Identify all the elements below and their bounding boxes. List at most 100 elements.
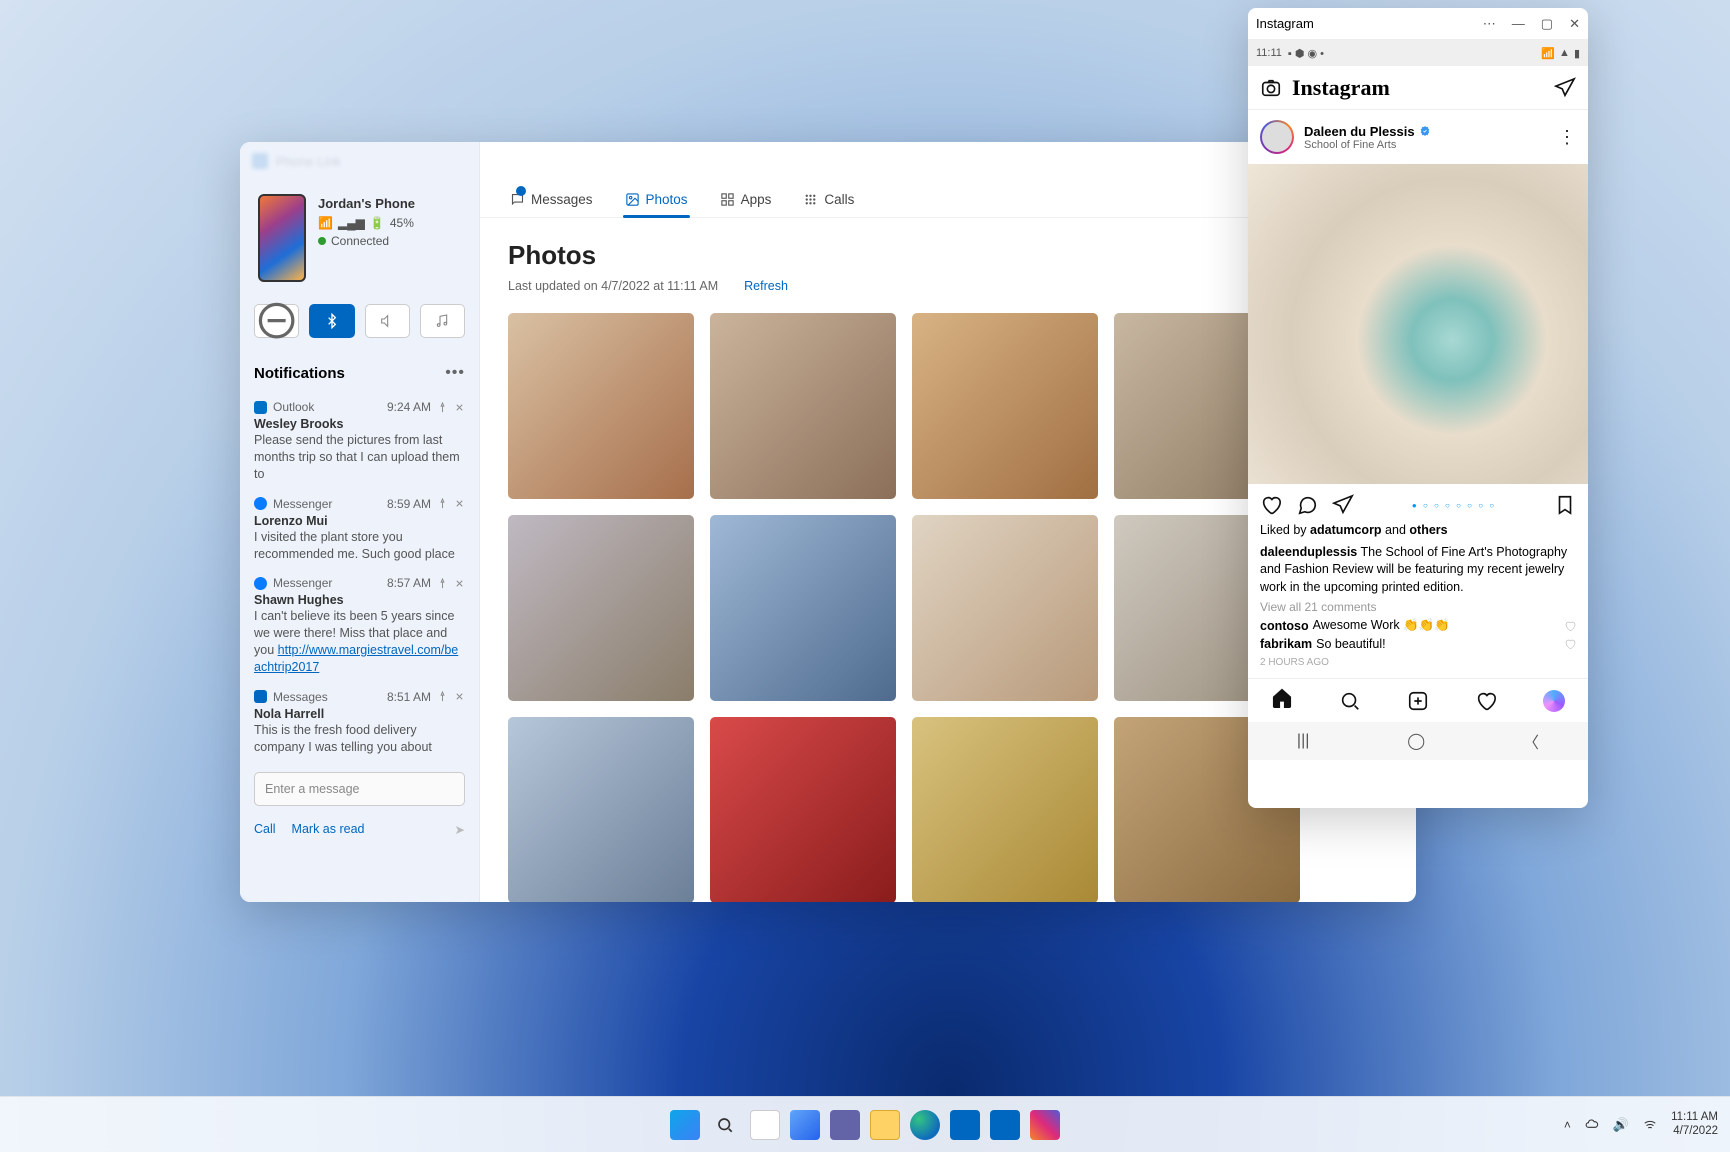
- instagram-titlebar[interactable]: Instagram ⋯ — ▢ ✕: [1248, 8, 1588, 40]
- microsoft-store-icon[interactable]: [950, 1110, 980, 1140]
- notification-sender: Shawn Hughes: [254, 593, 465, 607]
- photo-thumbnail[interactable]: [508, 515, 694, 701]
- post-more-icon[interactable]: ⋮: [1558, 127, 1576, 148]
- edge-browser-icon[interactable]: [910, 1110, 940, 1140]
- window-more-icon[interactable]: ⋯: [1483, 17, 1496, 30]
- notifications-list: Outlook 9:24 AM Wesley Brooks Please sen…: [254, 400, 465, 756]
- comment-like-icon[interactable]: [1564, 638, 1576, 650]
- phone-link-taskbar-icon[interactable]: [990, 1110, 1020, 1140]
- call-button[interactable]: Call: [254, 822, 276, 836]
- notifications-more-icon[interactable]: •••: [445, 364, 465, 382]
- comment-user[interactable]: contoso: [1260, 619, 1309, 633]
- phone-link-sidebar: Jordan's Phone 📶 ▂▄▆ 🔋 45% Connected No: [240, 142, 480, 902]
- send-icon[interactable]: ➤: [455, 822, 465, 837]
- notification-sender: Wesley Brooks: [254, 417, 465, 431]
- android-home-icon[interactable]: ◯: [1407, 731, 1425, 751]
- tray-volume-icon[interactable]: 🔊: [1613, 1117, 1629, 1133]
- notification-item[interactable]: Outlook 9:24 AM Wesley Brooks Please sen…: [254, 400, 465, 483]
- close-icon[interactable]: [454, 691, 465, 702]
- dnd-toggle[interactable]: [254, 304, 299, 338]
- tab-photos[interactable]: Photos: [623, 182, 690, 217]
- photo-thumbnail[interactable]: [508, 313, 694, 499]
- message-input[interactable]: Enter a message: [254, 772, 465, 806]
- tray-onedrive-icon[interactable]: [1585, 1118, 1599, 1132]
- tray-wifi-icon[interactable]: [1643, 1118, 1657, 1132]
- apps-icon: [720, 192, 735, 207]
- nav-search-icon[interactable]: [1339, 690, 1361, 712]
- photo-thumbnail[interactable]: [912, 313, 1098, 499]
- direct-messages-icon[interactable]: [1554, 77, 1576, 99]
- pin-icon[interactable]: [437, 402, 448, 413]
- liked-by-user[interactable]: adatumcorp: [1310, 523, 1382, 537]
- volume-toggle[interactable]: [365, 304, 410, 338]
- notification-item[interactable]: Messages 8:51 AM Nola Harrell This is th…: [254, 690, 465, 756]
- task-view-icon[interactable]: [750, 1110, 780, 1140]
- photo-thumbnail[interactable]: [710, 717, 896, 902]
- close-icon[interactable]: [454, 402, 465, 413]
- tab-apps[interactable]: Apps: [718, 182, 774, 217]
- view-comments-button[interactable]: View all 21 comments: [1248, 598, 1588, 616]
- taskbar-search-icon[interactable]: [710, 1110, 740, 1140]
- nav-activity-icon[interactable]: [1475, 690, 1497, 712]
- liked-by-others[interactable]: others: [1409, 523, 1447, 537]
- window-minimize-icon[interactable]: —: [1512, 17, 1525, 30]
- notification-app: Messages: [273, 690, 328, 704]
- pin-icon[interactable]: [437, 578, 448, 589]
- poster-name-row[interactable]: Daleen du Plessis: [1304, 124, 1431, 139]
- device-connection-row: Connected: [318, 232, 415, 250]
- widgets-icon[interactable]: [790, 1110, 820, 1140]
- photo-thumbnail[interactable]: [912, 515, 1098, 701]
- photos-icon: [625, 192, 640, 207]
- sidebar-footer-actions: Call Mark as read ➤: [254, 822, 465, 837]
- caption-user[interactable]: daleenduplessis: [1260, 545, 1357, 559]
- photo-thumbnail[interactable]: [508, 717, 694, 902]
- android-back-icon[interactable]: 〈: [1523, 729, 1539, 753]
- file-explorer-icon[interactable]: [870, 1110, 900, 1140]
- notification-sender: Lorenzo Mui: [254, 514, 465, 528]
- instagram-taskbar-icon[interactable]: [1030, 1110, 1060, 1140]
- notification-item[interactable]: Messenger 8:57 AM Shawn Hughes I can't b…: [254, 576, 465, 676]
- notification-link[interactable]: http://www.margiestravel.com/beachtrip20…: [254, 643, 458, 674]
- battery-icon: 🔋: [370, 214, 385, 232]
- comment-like-icon[interactable]: [1564, 620, 1576, 632]
- taskbar-clock[interactable]: 11:11 AM 4/7/2022: [1671, 1111, 1718, 1139]
- tab-calls[interactable]: Calls: [801, 182, 856, 217]
- pin-icon[interactable]: [437, 691, 448, 702]
- pin-icon[interactable]: [437, 498, 448, 509]
- comment-icon[interactable]: [1296, 494, 1318, 516]
- photo-thumbnail[interactable]: [710, 515, 896, 701]
- bluetooth-toggle[interactable]: [309, 304, 354, 338]
- instagram-logo: Instagram: [1292, 75, 1390, 101]
- bookmark-icon[interactable]: [1554, 494, 1576, 516]
- device-card[interactable]: Jordan's Phone 📶 ▂▄▆ 🔋 45% Connected: [254, 188, 465, 288]
- close-icon[interactable]: [454, 578, 465, 589]
- mark-read-button[interactable]: Mark as read: [292, 822, 365, 836]
- share-icon[interactable]: [1332, 494, 1354, 516]
- nav-add-icon[interactable]: [1407, 690, 1429, 712]
- start-button[interactable]: [670, 1110, 700, 1140]
- refresh-button[interactable]: Refresh: [744, 279, 788, 293]
- nav-profile-avatar[interactable]: [1543, 690, 1565, 712]
- post-image[interactable]: [1248, 164, 1588, 484]
- photo-thumbnail[interactable]: [912, 717, 1098, 902]
- notification-app: Messenger: [273, 497, 332, 511]
- notification-item[interactable]: Messenger 8:59 AM Lorenzo Mui I visited …: [254, 497, 465, 563]
- like-icon[interactable]: [1260, 494, 1282, 516]
- notification-time: 9:24 AM: [387, 400, 431, 414]
- tab-messages[interactable]: Messages: [508, 182, 595, 217]
- poster-avatar[interactable]: [1260, 120, 1294, 154]
- nav-home-icon[interactable]: [1271, 687, 1293, 709]
- comment-user[interactable]: fabrikam: [1260, 637, 1312, 651]
- window-maximize-icon[interactable]: ▢: [1541, 17, 1553, 30]
- camera-icon[interactable]: [1260, 77, 1282, 99]
- window-close-icon[interactable]: ✕: [1569, 17, 1580, 30]
- close-icon[interactable]: [454, 498, 465, 509]
- notification-time: 8:59 AM: [387, 497, 431, 511]
- notification-body: This is the fresh food delivery company …: [254, 722, 465, 756]
- verified-icon: [1419, 125, 1431, 137]
- tray-chevron-icon[interactable]: ˄: [1564, 1118, 1571, 1132]
- music-toggle[interactable]: [420, 304, 465, 338]
- photo-thumbnail[interactable]: [710, 313, 896, 499]
- android-recents-icon[interactable]: |||: [1297, 732, 1309, 750]
- chat-icon[interactable]: [830, 1110, 860, 1140]
